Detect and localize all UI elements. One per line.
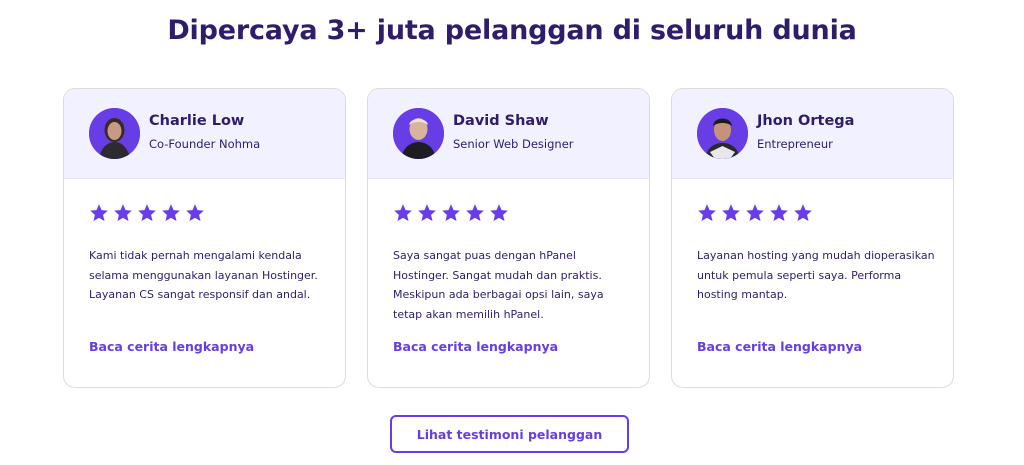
testimonial-card: Charlie Low Co-Founder Nohma Kami tidak … xyxy=(63,88,346,388)
star-icon xyxy=(698,204,716,221)
card-header: David Shaw Senior Web Designer xyxy=(368,89,649,179)
star-icon xyxy=(90,204,108,221)
star-rating xyxy=(393,203,509,223)
avatar xyxy=(393,108,444,159)
testimonial-quote: Kami tidak pernah mengalami kendala sela… xyxy=(89,249,318,301)
read-story-link[interactable]: Baca cerita lengkapnya xyxy=(697,339,862,354)
star-icon xyxy=(442,204,460,221)
star-icon xyxy=(186,204,204,221)
testimonial-list: Charlie Low Co-Founder Nohma Kami tidak … xyxy=(63,88,957,390)
star-icon xyxy=(746,204,764,221)
star-icon xyxy=(114,204,132,221)
card-header: Jhon Ortega Entrepreneur xyxy=(672,89,953,179)
star-icon xyxy=(770,204,788,221)
star-rating xyxy=(89,203,205,223)
star-icon xyxy=(162,204,180,221)
testimonial-role: Senior Web Designer xyxy=(453,137,574,151)
star-icon xyxy=(722,204,740,221)
testimonial-quote: Saya sangat puas dengan hPanel Hostinger… xyxy=(393,249,604,321)
read-story-link[interactable]: Baca cerita lengkapnya xyxy=(89,339,254,354)
testimonial-name: Charlie Low xyxy=(149,113,245,129)
section-title: Dipercaya 3+ juta pelanggan di seluruh d… xyxy=(167,15,857,46)
testimonial-name: Jhon Ortega xyxy=(757,113,855,129)
card-header: Charlie Low Co-Founder Nohma xyxy=(64,89,345,179)
testimonial-name: David Shaw xyxy=(453,113,549,129)
star-icon xyxy=(394,204,412,221)
star-icon xyxy=(418,204,436,221)
testimonial-role: Entrepreneur xyxy=(757,137,833,151)
view-testimonials-button[interactable]: Lihat testimoni pelanggan xyxy=(390,415,629,453)
avatar xyxy=(89,108,140,159)
star-icon xyxy=(490,204,508,221)
star-icon xyxy=(466,204,484,221)
avatar xyxy=(697,108,748,159)
read-story-link[interactable]: Baca cerita lengkapnya xyxy=(393,339,558,354)
star-icon xyxy=(794,204,812,221)
testimonial-quote: Layanan hosting yang mudah dioperasikan … xyxy=(697,249,935,301)
testimonial-role: Co-Founder Nohma xyxy=(149,137,261,151)
testimonial-card: Jhon Ortega Entrepreneur Layanan hosting… xyxy=(671,88,954,388)
star-icon xyxy=(138,204,156,221)
star-rating xyxy=(697,203,813,223)
testimonial-card: David Shaw Senior Web Designer Saya sang… xyxy=(367,88,650,388)
